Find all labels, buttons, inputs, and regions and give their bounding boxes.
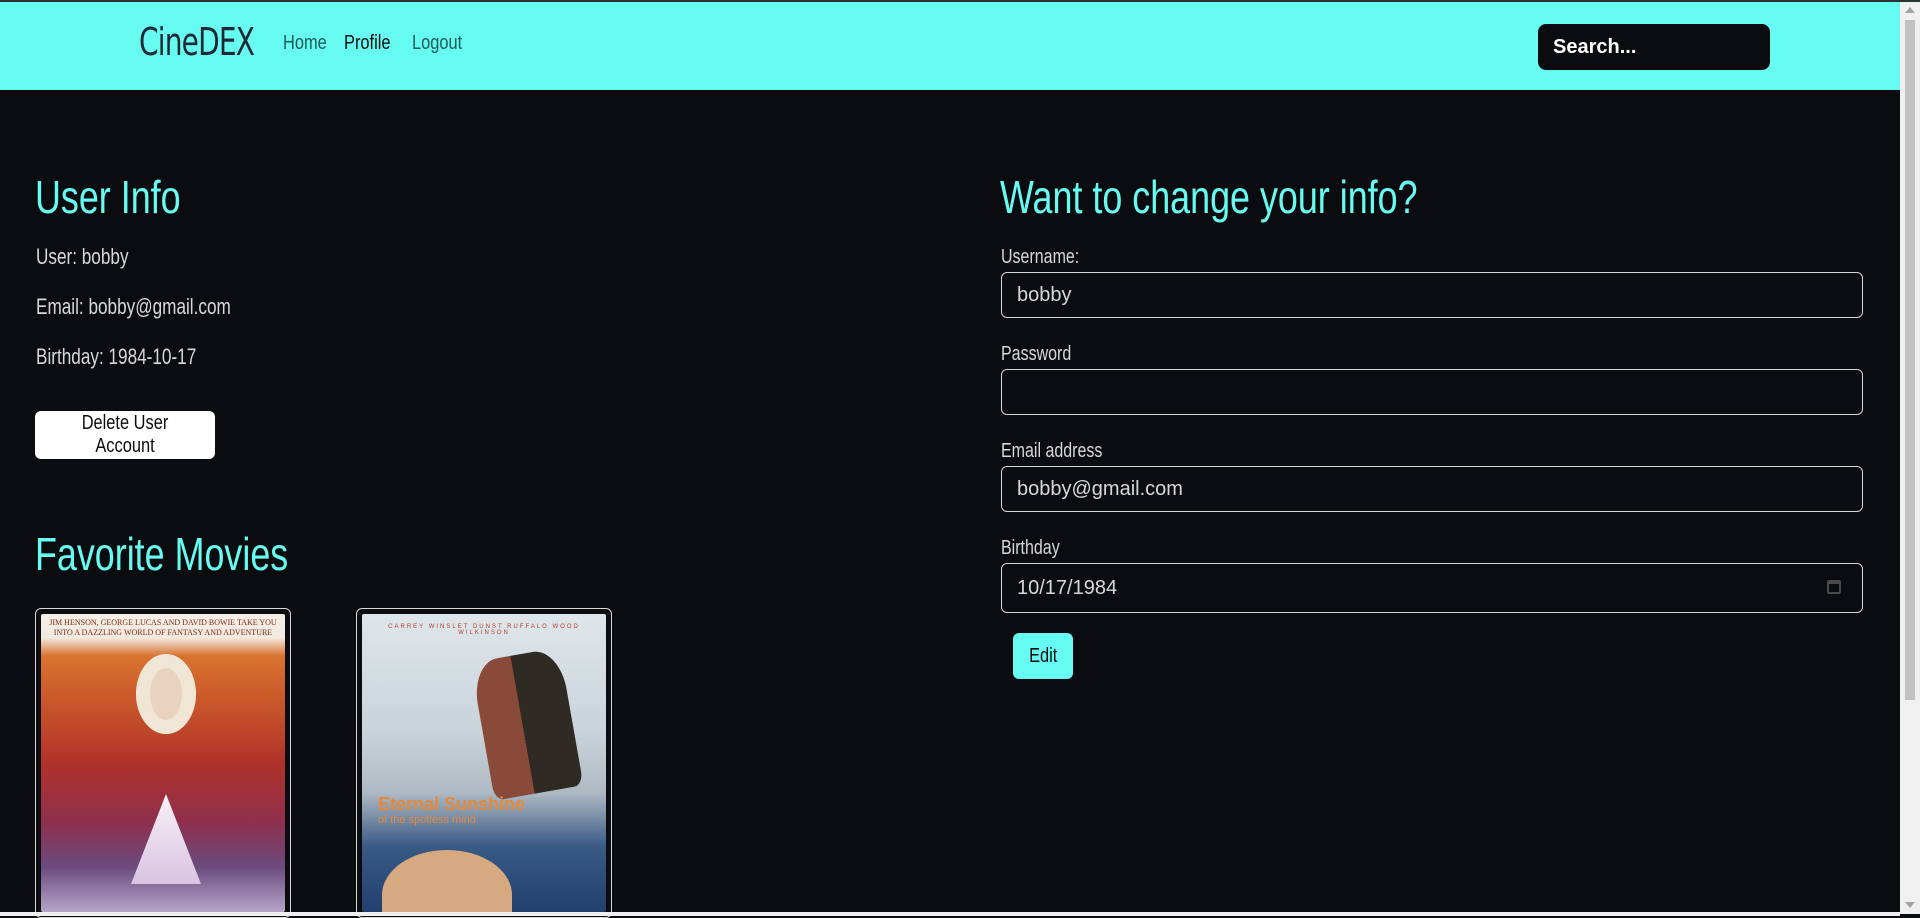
- delete-account-button[interactable]: Delete User Account: [35, 411, 215, 459]
- poster-figures: [470, 647, 584, 801]
- email-label: Email address: [1001, 440, 1103, 462]
- movie-card-labyrinth[interactable]: JIM HENSON, GEORGE LUCAS AND DAVID BOWIE…: [35, 608, 291, 918]
- movie-poster-image: JIM HENSON, GEORGE LUCAS AND DAVID BOWIE…: [41, 614, 285, 912]
- favorite-movies-title: Favorite Movies: [35, 528, 289, 580]
- scroll-up-icon[interactable]: [1905, 7, 1915, 13]
- movie-poster-image: CARREY WINSLET DUNST RUFFALO WOOD WILKIN…: [362, 614, 606, 912]
- scroll-down-icon[interactable]: [1905, 902, 1915, 908]
- navbar: CineDEX Home Profile Logout: [0, 2, 1900, 90]
- search-input[interactable]: [1538, 24, 1770, 70]
- user-info-title: User Info: [35, 171, 181, 223]
- horizontal-scrollbar[interactable]: [0, 912, 1900, 916]
- nav-link-profile[interactable]: Profile: [344, 32, 390, 55]
- poster-tagline: JIM HENSON, GEORGE LUCAS AND DAVID BOWIE…: [49, 618, 277, 637]
- user-birthday-line: Birthday: 1984-10-17: [36, 344, 197, 369]
- poster-face: [382, 850, 512, 912]
- birthday-label: Birthday: [1001, 537, 1060, 559]
- poster-subtitle: of the spotless mind: [378, 814, 476, 826]
- password-field[interactable]: [1001, 369, 1863, 415]
- scrollbar-thumb[interactable]: [1905, 20, 1915, 700]
- user-name-line: User: bobby: [36, 244, 129, 269]
- vertical-scrollbar[interactable]: [1900, 2, 1920, 914]
- poster-title: Eternal Sunshine: [378, 794, 526, 814]
- edit-button[interactable]: Edit: [1013, 633, 1073, 679]
- username-field[interactable]: [1001, 272, 1863, 318]
- brand-logo[interactable]: CineDEX: [139, 20, 255, 64]
- password-label: Password: [1001, 343, 1072, 365]
- edit-button-label: Edit: [1028, 644, 1058, 667]
- poster-figure: [136, 654, 196, 734]
- email-field[interactable]: [1001, 466, 1863, 512]
- birthday-field[interactable]: [1001, 563, 1863, 613]
- poster-credits: CARREY WINSLET DUNST RUFFALO WOOD WILKIN…: [388, 624, 580, 636]
- delete-account-label: Delete User Account: [81, 412, 169, 457]
- change-info-title: Want to change your info?: [1000, 171, 1418, 223]
- user-email-line: Email: bobby@gmail.com: [36, 294, 231, 319]
- movie-card-eternal-sunshine[interactable]: CARREY WINSLET DUNST RUFFALO WOOD WILKIN…: [356, 608, 612, 918]
- username-label: Username:: [1001, 246, 1080, 268]
- calendar-icon[interactable]: [1827, 580, 1841, 594]
- nav-link-home[interactable]: Home: [283, 32, 327, 55]
- poster-castle: [131, 794, 201, 884]
- nav-link-logout[interactable]: Logout: [412, 32, 462, 55]
